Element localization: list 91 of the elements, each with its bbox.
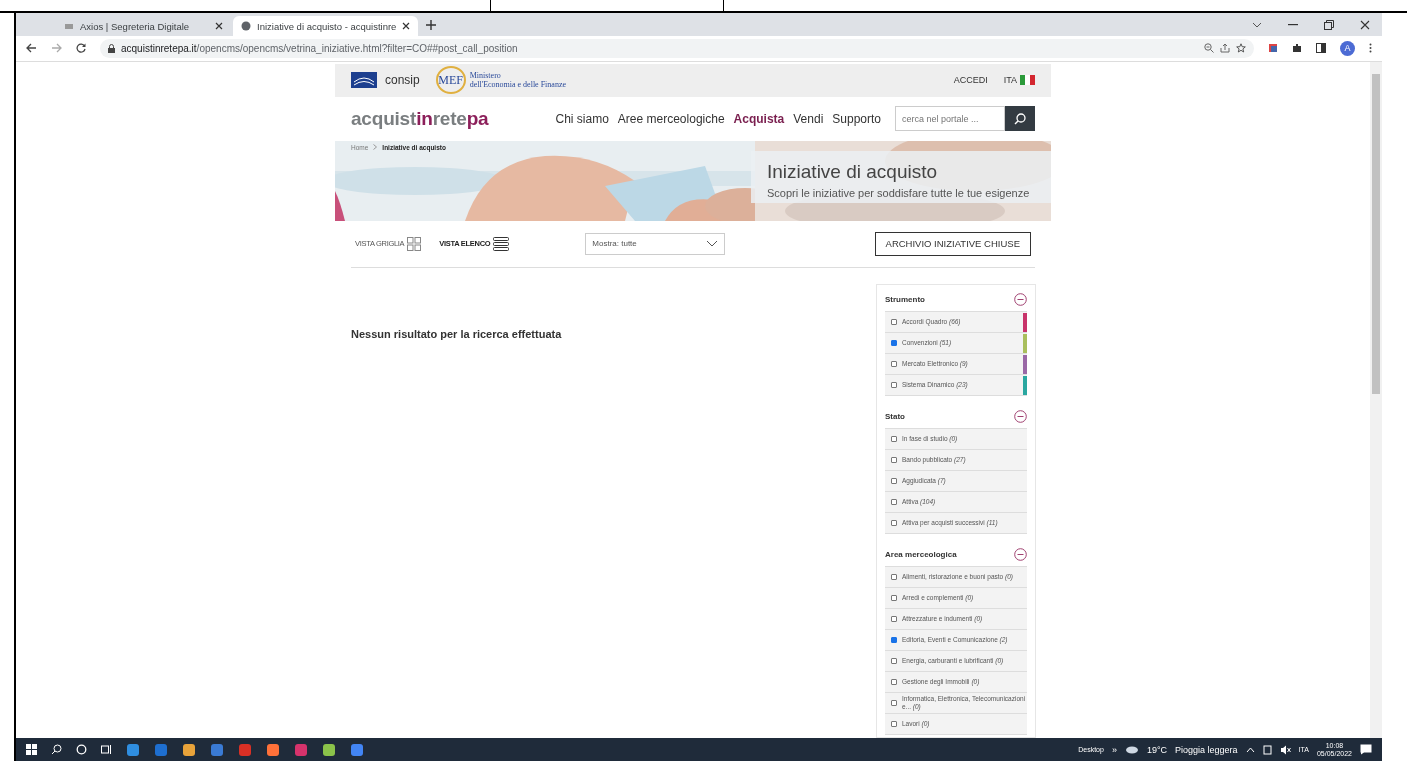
filter-section-title: Stato [885,412,905,422]
share-icon[interactable] [1220,43,1230,54]
collapse-icon[interactable] [1014,548,1027,562]
mef-logo: MEF [435,66,466,95]
consip-logo-text: consip [385,73,420,88]
minimize-icon[interactable] [1288,23,1298,26]
filter-checkbox[interactable] [891,637,897,644]
filter-section-title: Strumento [885,295,925,305]
ministry-name: dell'Economia e delle Finanze [469,80,566,90]
page-subtitle: Scopri le iniziative per soddisfare tutte le tue esigenze [767,186,1031,199]
close-icon[interactable] [1360,19,1370,30]
close-icon[interactable] [215,22,223,30]
ministry-name: Ministero [469,71,502,81]
restore-icon[interactable] [1324,19,1334,30]
back-icon[interactable] [26,43,37,54]
weather-text[interactable]: Pioggia leggera [1175,744,1238,755]
app-icon[interactable] [294,742,308,757]
lock-icon [108,43,115,53]
search-field[interactable]: cerca nel portale ... [895,106,1005,132]
notification-icon[interactable] [1360,744,1372,756]
search-button[interactable] [1005,106,1035,132]
filter-checkbox[interactable] [891,382,897,389]
nav-link[interactable]: Acquista [733,111,785,126]
list-icon [493,236,510,251]
grid-icon [407,236,422,251]
filter-checkbox[interactable] [891,574,897,581]
filter-dropdown[interactable]: Mostra: tutte [585,232,726,255]
zoom-out-icon[interactable] [1204,43,1214,54]
login-link[interactable]: ACCEDI [953,75,988,86]
archive-button[interactable]: ARCHIVIO INIZIATIVE CHIUSE [874,231,1031,256]
empty-result-message: Nessun risultato per la ricerca effettuata [351,327,562,340]
app-icon[interactable] [350,742,364,757]
app-icon[interactable] [238,742,252,757]
toolbar-expand[interactable]: » [1111,744,1117,755]
browser-tab[interactable]: Axios | Segreteria Digitale [56,16,231,36]
nav-link[interactable]: Supporto [832,111,881,126]
nav-link[interactable]: Aree merceologiche [617,111,725,126]
filter-checkbox[interactable] [891,595,897,602]
browser-tab[interactable]: Iniziative di acquisto - acquistinre [233,16,419,36]
speaker-muted-icon[interactable] [1279,744,1291,755]
flag-icon [1020,75,1035,86]
windows-logo-icon[interactable] [26,744,37,756]
chevron-down-icon[interactable] [1252,21,1262,28]
filter-checkbox[interactable] [891,679,897,686]
app-icon[interactable] [266,742,280,757]
app-icon[interactable] [322,742,336,757]
search-icon[interactable] [51,744,62,756]
language-selector[interactable]: ITA [1003,75,1017,86]
collapse-icon[interactable] [1014,293,1027,307]
site-icon [64,21,74,31]
page-title: Iniziative di acquisto [767,160,939,183]
more-icon[interactable] [1369,43,1372,54]
filter-checkbox[interactable] [891,721,897,728]
nav-link[interactable]: Chi siamo [555,111,609,126]
reload-icon[interactable] [76,43,86,54]
scrollbar-thumb[interactable] [1372,73,1380,394]
side-panel-icon[interactable] [1316,43,1326,54]
filter-checkbox[interactable] [891,700,897,707]
consip-logo-icon [351,72,377,89]
address-bar[interactable]: acquistinretepa.it/opencms/opencms/vetrina_iniziative.html?filter=CO##post_call_position [100,38,1254,58]
nav-link[interactable]: Vendi [793,111,824,126]
filter-checkbox[interactable] [891,319,897,326]
weather-icon [1124,744,1139,755]
site-logo[interactable]: acquistinretepa [351,107,489,130]
filter-checkbox[interactable] [891,436,897,443]
filter-checkbox[interactable] [891,658,897,665]
filter-checkbox[interactable] [891,361,897,368]
app-icon[interactable] [154,742,168,757]
filter-checkbox[interactable] [891,478,897,485]
filter-checkbox[interactable] [891,616,897,623]
temperature[interactable]: 19°C [1146,744,1167,755]
filter-section-title: Area merceologica [885,550,957,560]
filter-checkbox[interactable] [891,457,897,464]
task-view-icon[interactable] [101,744,112,756]
filter-checkbox[interactable] [891,520,897,527]
chevron-right-icon [373,144,378,151]
app-icon[interactable] [182,742,196,757]
filter-checkbox[interactable] [891,499,897,506]
profile-avatar[interactable]: A [1340,40,1355,56]
search-icon [1014,112,1026,125]
extension-tile-icon[interactable] [1268,43,1278,54]
app-icon[interactable] [126,742,140,757]
circle-icon[interactable] [76,744,87,756]
new-tab-icon[interactable] [426,19,437,30]
filter-checkbox[interactable] [891,340,897,347]
close-icon[interactable] [402,22,411,30]
chevron-down-icon [706,240,719,248]
star-icon[interactable] [1236,43,1246,54]
collapse-icon[interactable] [1014,410,1027,424]
app-icon[interactable] [210,742,224,757]
chevron-up-icon[interactable] [1245,746,1255,753]
